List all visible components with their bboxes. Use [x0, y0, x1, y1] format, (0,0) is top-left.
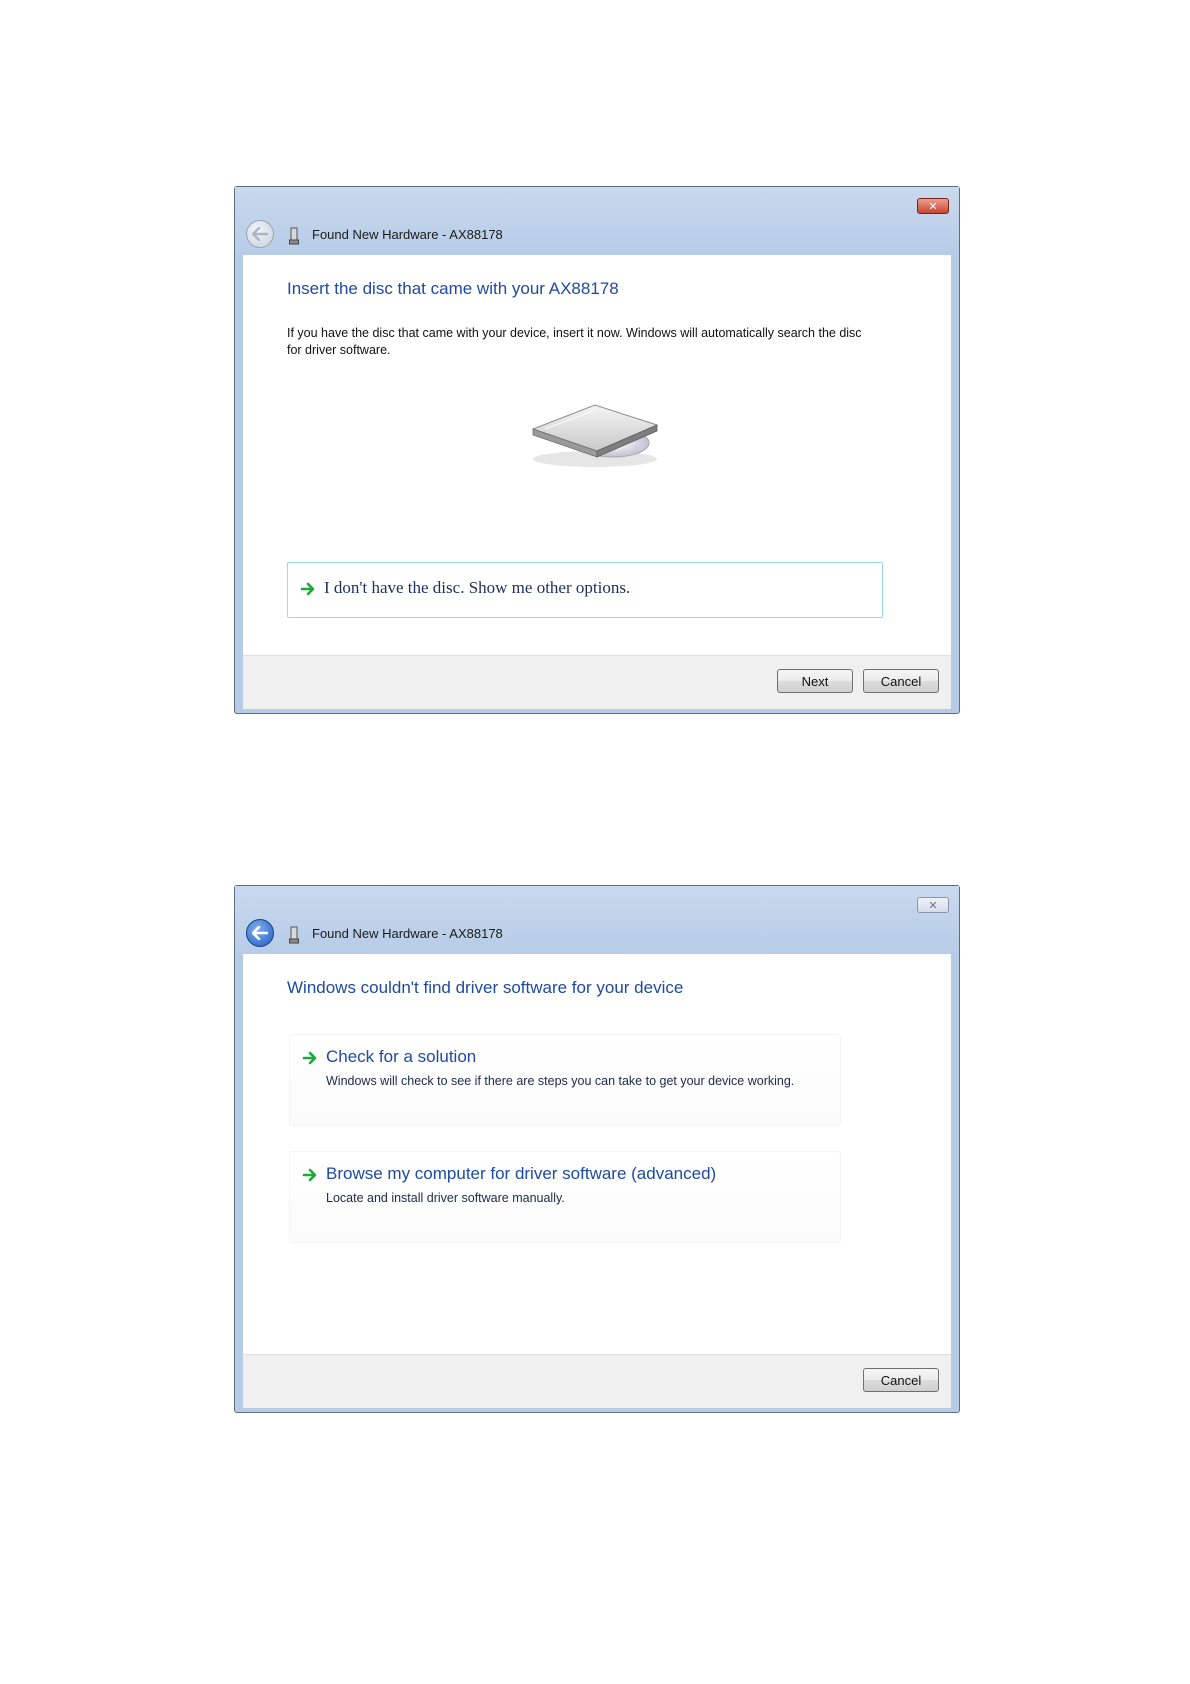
check-for-solution-link[interactable]: Check for a solution Windows will check … [289, 1034, 841, 1126]
close-button[interactable]: ✕ [917, 897, 949, 913]
content-area: Windows couldn't find driver software fo… [243, 954, 951, 1354]
button-bar: Next Cancel [243, 655, 951, 709]
button-bar: Cancel [243, 1354, 951, 1408]
found-new-hardware-dialog-driver-not-found: ✕ Found New Hardware - AX88178 Windows c… [234, 885, 960, 1413]
back-arrow-icon [252, 227, 268, 241]
instruction-text: If you have the disc that came with your… [287, 326, 862, 357]
browse-computer-title: Browse my computer for driver software (… [326, 1164, 717, 1183]
check-for-solution-description: Windows will check to see if there are s… [326, 1074, 795, 1088]
close-button[interactable]: ✕ [917, 198, 949, 214]
check-for-solution-title: Check for a solution [326, 1047, 477, 1066]
page-heading: Windows couldn't find driver software fo… [287, 978, 684, 997]
close-icon: ✕ [928, 199, 938, 213]
content-area: Insert the disc that came with your AX88… [243, 255, 951, 655]
cancel-button[interactable]: Cancel [863, 669, 939, 693]
close-icon: ✕ [928, 898, 938, 912]
green-arrow-icon [302, 1168, 317, 1182]
browse-computer-link[interactable]: Browse my computer for driver software (… [289, 1151, 841, 1243]
no-disc-option-link[interactable]: I don't have the disc. Show me other opt… [287, 562, 883, 618]
back-button[interactable] [246, 919, 274, 947]
back-arrow-icon [252, 926, 268, 940]
usb-device-icon [289, 926, 299, 944]
back-button[interactable] [246, 220, 274, 248]
browse-computer-description: Locate and install driver software manua… [326, 1191, 565, 1205]
found-new-hardware-dialog-insert-disc: ✕ Found New Hardware - AX88178 Insert th… [234, 186, 960, 714]
next-button[interactable]: Next [777, 669, 853, 693]
no-disc-option-label: I don't have the disc. Show me other opt… [324, 578, 631, 597]
green-arrow-icon [300, 582, 315, 596]
usb-device-icon [289, 227, 299, 245]
cancel-button[interactable]: Cancel [863, 1368, 939, 1392]
window-title: Found New Hardware - AX88178 [312, 926, 503, 941]
disc-drive-icon [531, 404, 659, 467]
window-title: Found New Hardware - AX88178 [312, 227, 503, 242]
page-heading: Insert the disc that came with your AX88… [287, 279, 619, 298]
title-bar: ✕ Found New Hardware - AX88178 [235, 886, 959, 954]
title-bar: ✕ Found New Hardware - AX88178 [235, 187, 959, 255]
green-arrow-icon [302, 1051, 317, 1065]
